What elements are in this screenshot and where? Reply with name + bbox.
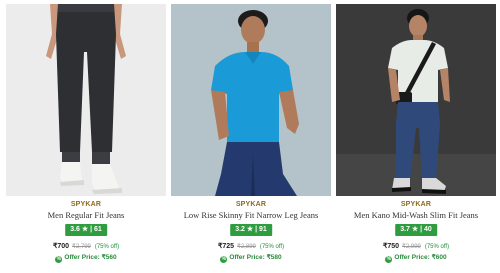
product-brand: SPYKAR [70,201,102,208]
product-brand: SPYKAR [235,201,267,208]
discount-label: (75% off) [94,244,120,250]
rating-badge: 3.6 ★ | 61 [65,224,107,236]
price-line: ₹700 ₹2,799 (75% off) [6,242,166,250]
product-card[interactable]: SPYKAR Men Kano Mid-Wash Slim Fit Jeans … [336,0,496,273]
offer-price: % Offer Price: ₹560 [6,253,166,263]
model-product-photo [171,4,331,196]
product-title[interactable]: Men Regular Fit Jeans [0,210,176,220]
offer-tag-icon: % [220,256,228,263]
selling-price: ₹750 [382,243,400,250]
product-title[interactable]: Low Rise Skinny Fit Narrow Leg Jeans [161,210,341,220]
rating-badge: 3.2 ★ | 91 [230,224,272,236]
offer-price-text: Offer Price: ₹560 [64,254,117,261]
offer-tag-icon: % [55,256,63,263]
product-image[interactable] [171,4,331,196]
price-line: ₹750 ₹2,999 (75% off) [336,242,496,250]
offer-price-text: Offer Price: ₹580 [229,254,282,261]
selling-price: ₹700 [52,243,70,250]
offer-price: % Offer Price: ₹580 [171,253,331,263]
product-image[interactable] [336,4,496,196]
mrp-price: ₹2,899 [237,244,256,250]
product-card[interactable]: SPYKAR Low Rise Skinny Fit Narrow Leg Je… [171,0,331,273]
offer-price: % Offer Price: ₹600 [336,253,496,263]
discount-label: (75% off) [424,244,450,250]
product-card[interactable]: SPYKAR Men Regular Fit Jeans 3.6 ★ | 61 … [6,0,166,273]
offer-price-text: Offer Price: ₹600 [394,254,447,261]
mrp-price: ₹2,999 [402,244,421,250]
offer-tag-icon: % [385,256,393,263]
selling-price: ₹725 [217,243,235,250]
product-title[interactable]: Men Kano Mid-Wash Slim Fit Jeans [326,210,500,220]
product-brand: SPYKAR [400,201,432,208]
model-product-photo [336,4,496,196]
product-grid: SPYKAR Men Regular Fit Jeans 3.6 ★ | 61 … [0,0,500,273]
product-image[interactable] [6,4,166,196]
jeans-product-photo [6,4,166,196]
price-line: ₹725 ₹2,899 (75% off) [171,242,331,250]
rating-badge: 3.7 ★ | 40 [395,224,437,236]
mrp-price: ₹2,799 [72,244,91,250]
discount-label: (75% off) [259,244,285,250]
